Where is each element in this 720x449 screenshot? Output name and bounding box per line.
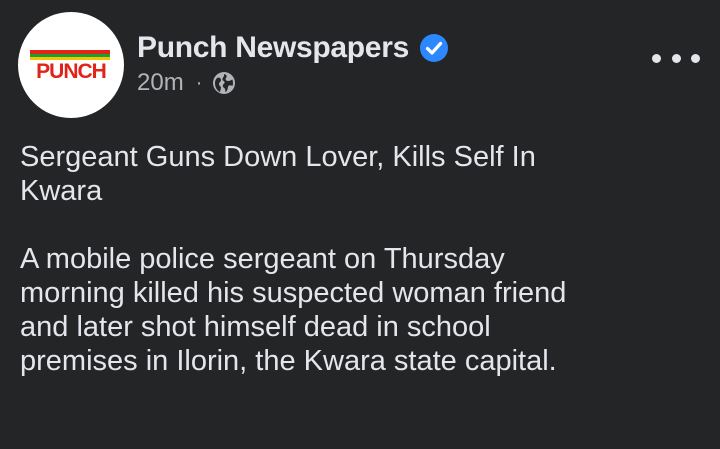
- post-body: A mobile police sergeant on Thursday mor…: [20, 243, 567, 377]
- more-dot: [691, 53, 700, 63]
- punch-logo: PUNCH: [30, 50, 110, 83]
- more-options-button[interactable]: [652, 46, 700, 70]
- post-headline: Sergeant Guns Down Lover, Kills Self In …: [20, 141, 536, 207]
- name-row: Punch Newspapers: [137, 28, 449, 68]
- post-timestamp[interactable]: 20m: [137, 69, 184, 97]
- globe-icon[interactable]: [212, 71, 236, 95]
- more-dot: [671, 53, 681, 63]
- page-name-link[interactable]: Punch Newspapers: [137, 31, 409, 65]
- meta-separator: ·: [195, 71, 203, 94]
- logo-text: PUNCH: [36, 60, 106, 83]
- post-header: PUNCH Punch Newspapers 20m ·: [0, 0, 720, 120]
- more-dot: [652, 53, 661, 63]
- post-message: Sergeant Guns Down Lover, Kills Self In …: [20, 140, 700, 412]
- facebook-post: PUNCH Punch Newspapers 20m · Sergeant Gu…: [0, 0, 720, 449]
- post-meta: 20m ·: [137, 68, 236, 98]
- verified-badge-icon: [419, 34, 448, 62]
- page-avatar[interactable]: PUNCH: [18, 12, 124, 118]
